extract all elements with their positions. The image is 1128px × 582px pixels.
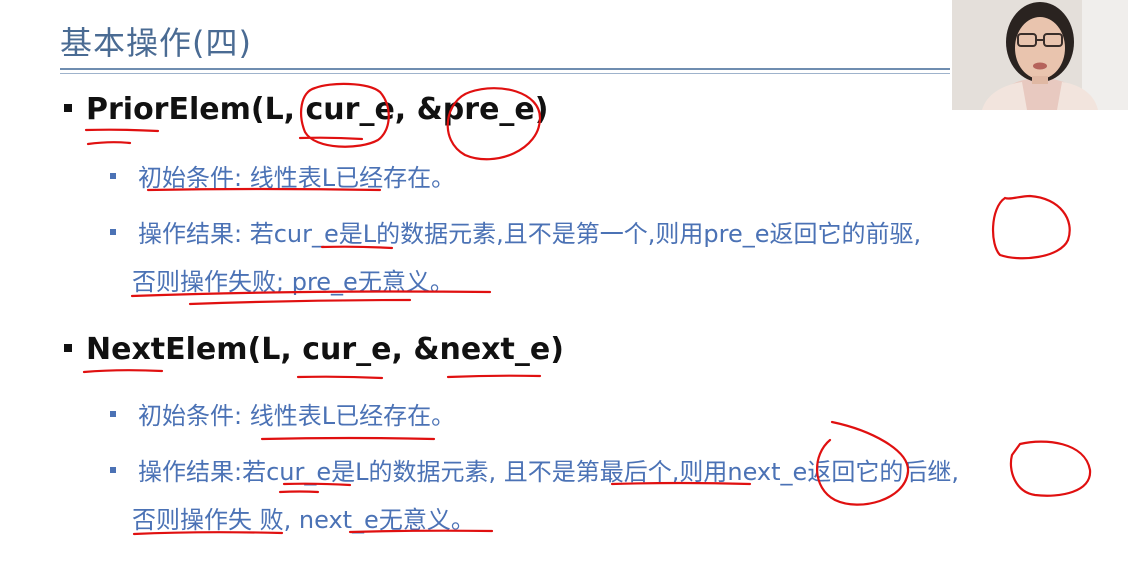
annotation-underline-fail-2 <box>188 298 412 306</box>
priorelem-result: 操作结果: 若cur_e是L的数据元素,且不是第一个,则用pre_e返回它的前驱… <box>110 214 921 249</box>
bullet-square-icon <box>64 343 72 352</box>
bullet-square-icon <box>110 411 116 417</box>
presenter-figure <box>952 0 1128 110</box>
nextelem-heading: NextElem(L, cur_e, &next_e) <box>64 332 564 367</box>
annotation-underline-cur-e <box>298 136 364 141</box>
annotation-underline-precondition-2 <box>260 436 436 441</box>
bullet-square-icon <box>110 173 116 179</box>
annotation-underline-nextelem-cur-e <box>296 375 384 380</box>
annotation-underline-next-e <box>446 374 542 379</box>
bullet-square-icon <box>64 103 72 112</box>
priorelem-precondition: 初始条件: 线性表L已经存在。 <box>110 158 455 193</box>
title-divider-thin <box>60 73 950 74</box>
presenter-webcam <box>952 0 1128 110</box>
annotation-circle-predecessor <box>991 194 1071 260</box>
annotation-underline-nextelem <box>82 369 164 374</box>
nextelem-precondition: 初始条件: 线性表L已经存在。 <box>110 396 455 431</box>
priorelem-heading: PriorElem(L, cur_e, &pre_e) <box>64 92 548 127</box>
annotation-underline-result-cur-e-3 <box>278 490 320 494</box>
priorelem-result-cont: 否则操作失败; pre_e无意义。 <box>132 268 454 296</box>
slide-title: 基本操作(四) <box>60 24 252 62</box>
annotation-underline-priorelem <box>84 128 160 133</box>
bullet-square-icon <box>110 229 116 235</box>
nextelem-result-cont: 否则操作失 败, next_e无意义。 <box>132 506 475 534</box>
bullet-square-icon <box>110 467 116 473</box>
annotation-underline-priorelem-2 <box>86 141 132 146</box>
slide: 基本操作(四) PriorElem(L, cur_e, &pre_e) 初始条件… <box>0 0 1128 582</box>
nextelem-result: 操作结果:若cur_e是L的数据元素, 且不是第最后个,则用next_e返回它的… <box>110 452 959 487</box>
annotation-circle-successor <box>1009 440 1092 497</box>
title-divider <box>60 68 950 70</box>
